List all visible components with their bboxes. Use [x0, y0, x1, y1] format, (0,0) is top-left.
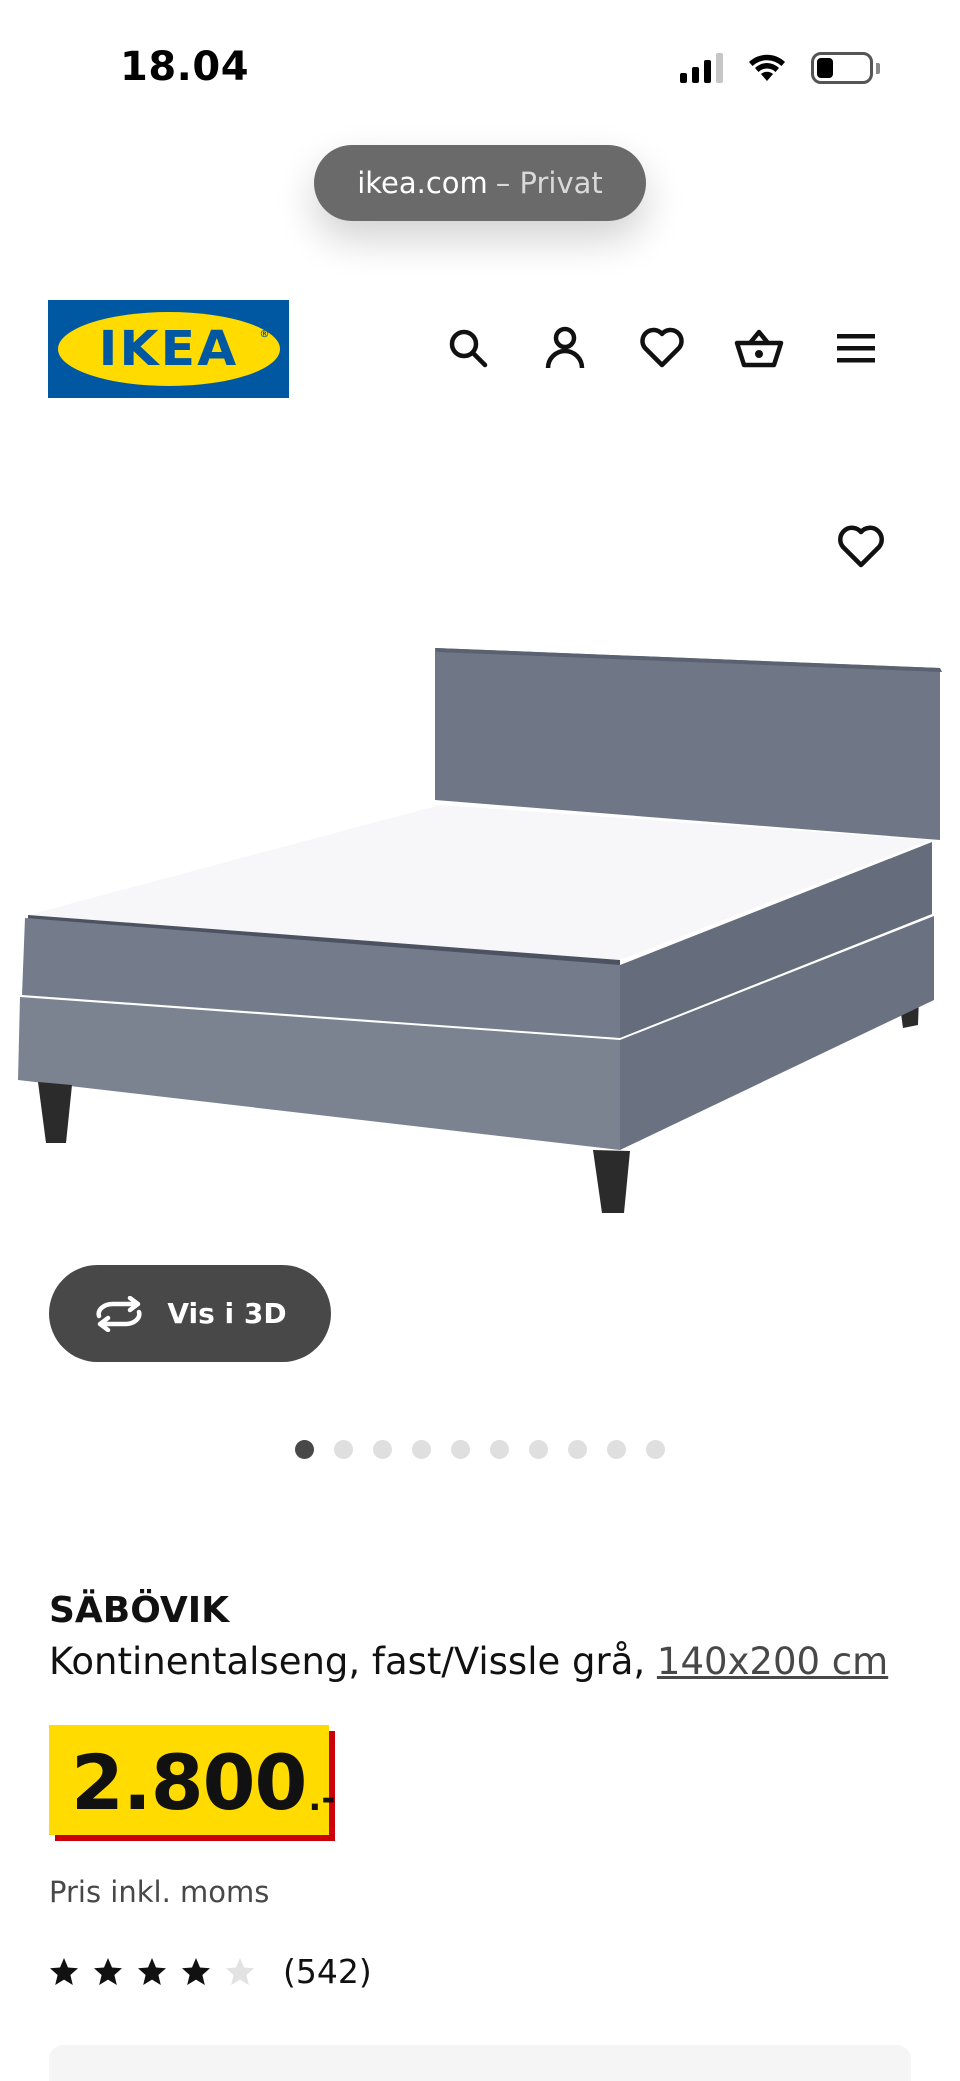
- price-note: Pris inkl. moms: [49, 1875, 270, 1909]
- carousel-dot[interactable]: [490, 1440, 509, 1459]
- url-bar[interactable]: ikea.com – Privat: [314, 145, 646, 221]
- carousel-dot[interactable]: [529, 1440, 548, 1459]
- logo-text: IKEA: [98, 321, 239, 377]
- carousel-dot[interactable]: [334, 1440, 353, 1459]
- status-bar: 18.04: [0, 0, 960, 120]
- search-button[interactable]: [442, 322, 494, 374]
- carousel-dot[interactable]: [373, 1440, 392, 1459]
- product-name: SÄBÖVIK: [49, 1590, 230, 1631]
- product-description-text: Kontinentalseng, fast/Vissle grå,: [49, 1640, 657, 1683]
- price-tag: 2.800 .-: [49, 1725, 335, 1835]
- product-description: Kontinentalseng, fast/Vissle grå, 140x20…: [49, 1640, 888, 1683]
- product-image[interactable]: [0, 500, 960, 1280]
- status-icons: [680, 52, 880, 84]
- price-suffix: .-: [308, 1779, 336, 1819]
- status-time: 18.04: [120, 44, 250, 90]
- private-mode-label: – Privat: [495, 166, 603, 200]
- logo-oval: IKEA ®: [57, 312, 280, 386]
- carousel-dot[interactable]: [646, 1440, 665, 1459]
- rotate-3d-icon: [96, 1295, 142, 1332]
- basket-icon: [734, 329, 784, 368]
- view-3d-button[interactable]: Vis i 3D: [49, 1265, 331, 1362]
- product-size-link[interactable]: 140x200 cm: [657, 1640, 888, 1683]
- rating-stars: [49, 1957, 255, 1987]
- user-icon: [545, 326, 585, 369]
- search-icon: [449, 329, 488, 368]
- ikea-logo[interactable]: IKEA ®: [48, 300, 289, 398]
- header-icons: [442, 322, 882, 374]
- carousel-indicator: [295, 1440, 665, 1459]
- carousel-dot[interactable]: [568, 1440, 587, 1459]
- carousel-dot[interactable]: [295, 1440, 314, 1459]
- view-3d-label: Vis i 3D: [167, 1297, 287, 1330]
- add-to-favourites-button[interactable]: [836, 524, 886, 574]
- account-button[interactable]: [539, 322, 591, 374]
- menu-button[interactable]: [830, 322, 882, 374]
- basket-button[interactable]: [733, 322, 785, 374]
- product-rating[interactable]: (542): [49, 1952, 372, 1991]
- star-icon: [50, 1957, 78, 1985]
- carousel-dot[interactable]: [451, 1440, 470, 1459]
- cellular-signal-icon: [680, 53, 723, 83]
- rating-count: (542): [283, 1952, 372, 1991]
- carousel-dot[interactable]: [412, 1440, 431, 1459]
- menu-icon: [837, 334, 875, 363]
- heart-icon: [640, 327, 684, 368]
- favourites-button[interactable]: [636, 322, 688, 374]
- url-domain: ikea.com: [357, 166, 488, 200]
- wifi-icon: [749, 54, 785, 81]
- price-value: 2.800: [71, 1738, 307, 1827]
- star-icon: [182, 1957, 210, 1985]
- star-icon: [138, 1957, 166, 1985]
- carousel-dot[interactable]: [607, 1440, 626, 1459]
- star-icon: [94, 1957, 122, 1985]
- info-banner[interactable]: [49, 2045, 911, 2081]
- star-empty-icon: [226, 1957, 254, 1985]
- logo-registered-mark: ®: [259, 329, 270, 340]
- battery-icon: [811, 52, 880, 84]
- bed-illustration: [18, 648, 942, 1213]
- heart-icon: [838, 525, 884, 568]
- site-header: IKEA ®: [0, 300, 960, 400]
